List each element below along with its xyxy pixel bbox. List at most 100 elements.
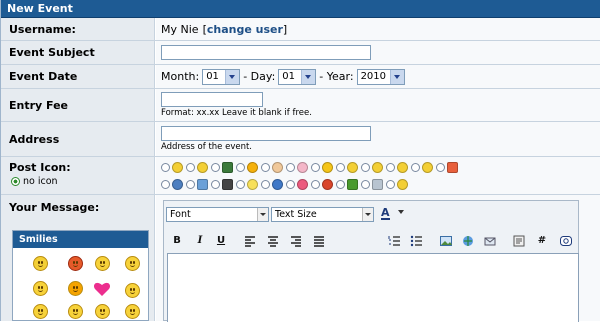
post-icon-radio[interactable] [361,179,370,189]
post-icon-option-film[interactable] [211,161,233,173]
entry-fee-input[interactable] [161,92,263,107]
ordered-list-icon[interactable] [388,235,400,247]
year-select[interactable]: 2010 [356,68,405,85]
post-icon-option-face5[interactable] [386,178,408,190]
font-select[interactable]: Font [166,207,269,222]
smiley-happy-icon[interactable] [68,304,83,319]
post-icon-option-face4[interactable] [411,161,433,173]
message-body-input[interactable] [167,253,579,322]
fee-cell: Format: xx.xx Leave it blank if free. [156,89,600,121]
smiley-bulb-icon[interactable] [33,304,48,319]
change-user-link[interactable]: change user [207,23,283,36]
post-icon-option-smile[interactable] [161,161,183,173]
insert-smiley-icon[interactable] [560,235,572,247]
grin-icon [197,161,208,173]
smiley-sunglasses-icon[interactable] [33,281,48,296]
subject-cell [156,41,600,64]
year-dropdown-arrow-icon[interactable] [389,69,404,84]
smiley-exclaim-icon[interactable] [68,281,83,296]
post-icon-radio[interactable] [411,162,420,172]
post-icon-radio[interactable] [336,162,345,172]
thumbs-up-icon [272,161,283,173]
insert-image-icon[interactable] [440,235,452,247]
month-select[interactable]: 01 [202,68,241,85]
post-icon-option-grin[interactable] [186,161,208,173]
text-size-select[interactable]: Text Size [271,207,374,222]
align-center-icon[interactable] [267,235,279,247]
info-icon [272,178,283,190]
align-left-icon[interactable] [244,235,256,247]
text-color-button[interactable]: A [381,207,390,220]
post-icon-radio[interactable] [211,162,220,172]
post-icon-radio[interactable] [236,179,245,189]
post-icon-option-face2[interactable] [361,161,383,173]
bold-button[interactable]: B [171,235,183,247]
post-icon-option-yellow-face[interactable] [236,161,258,173]
smiley-tongue-icon[interactable] [95,304,110,319]
month-dropdown-arrow-icon[interactable] [225,69,240,84]
heart-icon[interactable] [93,281,111,297]
post-icon-option-face3[interactable] [386,161,408,173]
face3-icon [397,161,408,173]
post-icon-radio[interactable] [386,179,395,189]
post-icon-radio[interactable] [286,162,295,172]
day-select[interactable]: 01 [278,68,317,85]
event-subject-input[interactable] [161,45,371,60]
bulb-icon [247,178,258,190]
post-icon-option-info[interactable] [261,178,283,190]
smiley-wink-icon[interactable] [95,256,110,271]
smiley-question-icon[interactable] [125,283,140,298]
text-color-arrow-icon[interactable] [398,210,404,214]
justify-icon[interactable] [313,235,325,247]
post-icon-option-heart[interactable] [286,178,308,190]
no-icon-option[interactable]: no icon [11,176,154,187]
underline-button[interactable]: U [215,235,227,247]
post-icon-option-heart-outline[interactable] [286,161,308,173]
post-icon-option-bulb[interactable] [236,178,258,190]
post-icon-radio[interactable] [161,179,170,189]
star-icon [322,161,333,173]
post-icon-option-exclamation[interactable] [311,178,333,190]
insert-code-button[interactable]: # [536,235,548,247]
post-icon-radio[interactable] [161,162,170,172]
post-icon-radio[interactable] [311,179,320,189]
day-dropdown-arrow-icon[interactable] [301,69,316,84]
post-icon-option-question[interactable] [161,178,183,190]
smiley-grin-icon[interactable] [125,304,140,319]
post-icon-radio[interactable] [361,162,370,172]
post-icon-radio[interactable] [186,179,195,189]
post-icon-radio[interactable] [286,179,295,189]
post-icon-radio[interactable] [436,162,445,172]
insert-quote-icon[interactable] [513,235,525,247]
post-icon-option-rainbow[interactable] [436,161,458,173]
post-icon-option-face[interactable] [336,161,358,173]
post-icon-radio[interactable] [211,179,220,189]
post-icon-radio[interactable] [261,179,270,189]
post-icon-radio[interactable] [311,162,320,172]
post-icon-option-star[interactable] [311,161,333,173]
unordered-list-icon[interactable] [410,235,422,247]
text-size-dropdown-arrow-icon[interactable] [362,208,373,221]
smiley-cool-icon[interactable] [33,256,48,271]
insert-link-icon[interactable] [462,235,474,247]
post-icon-radio[interactable] [261,162,270,172]
address-input[interactable] [161,126,371,141]
no-icon-radio[interactable] [11,177,20,186]
date-cell: Month: 01 - Day: 01 - Year: 2010 [156,65,600,88]
post-icon-option-thumbs-up[interactable] [261,161,283,173]
post-icon-option-music[interactable] [211,178,233,190]
font-dropdown-arrow-icon[interactable] [257,208,268,221]
post-icon-row-2 [161,177,600,191]
smiley-angry-icon[interactable] [68,256,83,271]
post-icon-radio[interactable] [186,162,195,172]
post-icon-radio[interactable] [336,179,345,189]
insert-email-icon[interactable] [484,235,496,247]
post-icon-radio[interactable] [386,162,395,172]
italic-button[interactable]: I [194,235,206,247]
smiley-confused-icon[interactable] [125,256,140,271]
post-icon-radio[interactable] [236,162,245,172]
post-icon-option-splat[interactable] [336,178,358,190]
align-right-icon[interactable] [290,235,302,247]
post-icon-option-picture[interactable] [186,178,208,190]
post-icon-option-box[interactable] [361,178,383,190]
